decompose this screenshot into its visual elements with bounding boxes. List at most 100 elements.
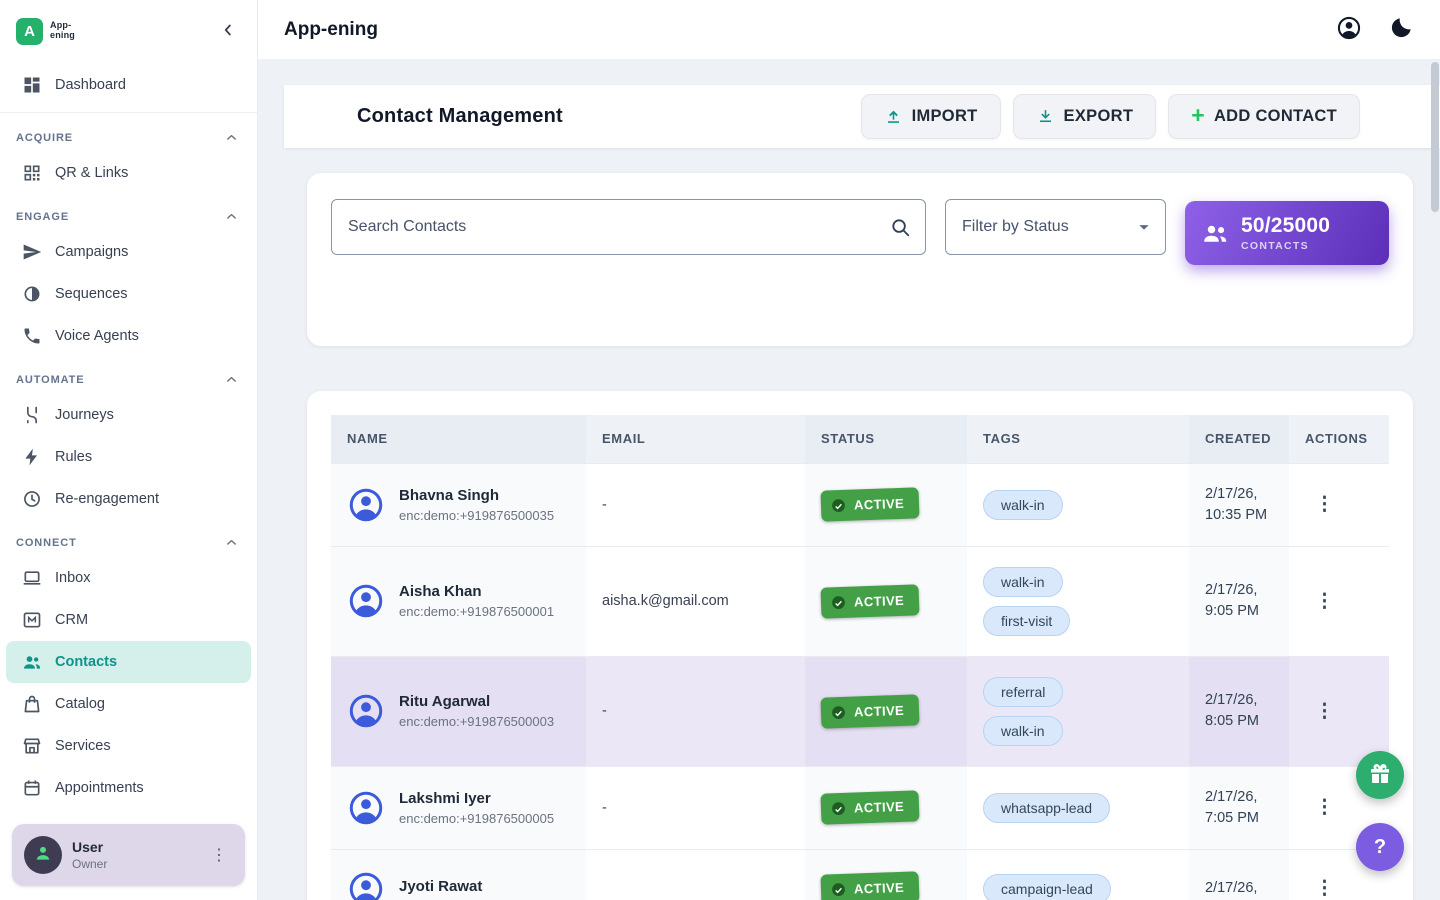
sidebar-item-qr-links[interactable]: QR & Links [6, 152, 251, 194]
row-actions-button[interactable]: ⋮ [1305, 698, 1344, 725]
status-filter-select[interactable]: Filter by Status [945, 199, 1166, 255]
sidebar-item-journeys[interactable]: Journeys [6, 394, 251, 436]
download-icon [1036, 107, 1055, 126]
tag-pill[interactable]: whatsapp-lead [983, 793, 1110, 823]
sidebar-item-catalog[interactable]: Catalog [6, 683, 251, 725]
search-panel: Filter by Status 50/25000 CONTACTS [307, 173, 1413, 346]
sidebar-item-label: Campaigns [55, 244, 128, 260]
table-row[interactable]: Ritu Agarwalenc:demo:+919876500003-ACTIV… [331, 656, 1389, 766]
tag-pill[interactable]: walk-in [983, 490, 1063, 520]
section-header-automate[interactable]: AUTOMATE [0, 357, 257, 394]
table-body: Bhavna Singhenc:demo:+919876500035-ACTIV… [331, 463, 1389, 900]
row-actions-button[interactable]: ⋮ [1305, 794, 1344, 821]
status-badge: ACTIVE [820, 871, 919, 900]
contacts-table: NAMEEMAILSTATUSTAGSCREATEDACTIONS Bhavna… [331, 415, 1389, 900]
logo-text: App- ening [50, 21, 75, 41]
contact-email: aisha.k@gmail.com [586, 546, 805, 656]
catalog-icon [22, 694, 42, 714]
column-header-actions: ACTIONS [1289, 415, 1389, 463]
status-badge: ACTIVE [820, 584, 919, 618]
sidebar-item-inbox[interactable]: Inbox [6, 557, 251, 599]
sidebar-item-campaigns[interactable]: Campaigns [6, 231, 251, 273]
sidebar-item-re-engagement[interactable]: Re-engagement [6, 478, 251, 520]
topbar-actions [1334, 15, 1424, 45]
contact-name: Ritu Agarwal [399, 693, 554, 710]
logo-icon: A [16, 18, 43, 45]
dropdown-caret-icon [1133, 216, 1155, 238]
sidebar-item-label: Catalog [55, 696, 105, 712]
column-header-status: STATUS [805, 415, 967, 463]
chevron-up-icon [224, 130, 239, 145]
chevron-up-icon [224, 209, 239, 224]
export-button[interactable]: EXPORT [1013, 94, 1157, 139]
sidebar-item-label: Inbox [55, 570, 90, 586]
section-header-acquire[interactable]: ACQUIRE [0, 115, 257, 152]
table-row[interactable]: Jyoti RawatACTIVEcampaign-lead2/17/26,⋮ [331, 849, 1389, 900]
sidebar-item-crm[interactable]: CRM [6, 599, 251, 641]
sidebar-collapse-button[interactable] [215, 17, 241, 46]
check-circle-icon [830, 881, 848, 899]
calendar-icon [22, 778, 42, 798]
sidebar-item-label: QR & Links [55, 165, 128, 181]
search-input-wrap [331, 199, 926, 255]
add-contact-button[interactable]: + ADD CONTACT [1168, 94, 1360, 139]
contact-avatar-icon [347, 692, 385, 730]
contact-phone: enc:demo:+919876500035 [399, 508, 554, 523]
scrollbar-thumb[interactable] [1431, 62, 1439, 212]
sidebar-item-label: Contacts [55, 654, 117, 670]
send-icon [22, 242, 42, 262]
section-title: ENGAGE [16, 211, 69, 223]
row-actions-button[interactable]: ⋮ [1305, 588, 1344, 615]
user-card[interactable]: User Owner ⋮ [12, 824, 245, 886]
row-actions-button[interactable]: ⋮ [1305, 491, 1344, 518]
sidebar-item-appointments[interactable]: Appointments [6, 767, 251, 809]
tag-pill[interactable]: walk-in [983, 716, 1063, 746]
search-icon[interactable] [889, 216, 911, 238]
row-actions-button[interactable]: ⋮ [1305, 875, 1344, 900]
status-badge: ACTIVE [820, 694, 919, 728]
account-button[interactable] [1334, 15, 1364, 45]
user-role: Owner [72, 857, 107, 871]
sidebar-item-voice-agents[interactable]: Voice Agents [6, 315, 251, 357]
contacts-count-label: CONTACTS [1241, 240, 1330, 252]
tag-pill[interactable]: first-visit [983, 606, 1070, 636]
sidebar-item-label: CRM [55, 612, 88, 628]
contact-name: Aisha Khan [399, 583, 554, 600]
tag-pill[interactable]: referral [983, 677, 1063, 707]
plus-icon: + [1191, 104, 1205, 127]
assistant-fab-button[interactable] [1356, 751, 1404, 799]
crm-icon [22, 610, 42, 630]
section-header-connect[interactable]: CONNECT [0, 520, 257, 557]
table-row[interactable]: Lakshmi Iyerenc:demo:+919876500005-ACTIV… [331, 766, 1389, 849]
page-title: App-ening [284, 19, 378, 41]
sidebar-item-sequences[interactable]: Sequences [6, 273, 251, 315]
tag-pill[interactable]: walk-in [983, 567, 1063, 597]
sidebar-item-contacts[interactable]: Contacts [6, 641, 251, 683]
column-header-email: EMAIL [586, 415, 805, 463]
sidebar-item-rules[interactable]: Rules [6, 436, 251, 478]
contact-email: - [586, 463, 805, 546]
rules-icon [22, 447, 42, 467]
import-button[interactable]: IMPORT [861, 94, 1001, 139]
tag-pill[interactable]: campaign-lead [983, 874, 1111, 900]
sidebar: A App- ening Dashboard ACQUIRE QR & Links… [0, 0, 258, 900]
contact-created: 2/17/26,10:35 PM [1189, 463, 1289, 546]
sidebar-item-services[interactable]: Services [6, 725, 251, 767]
user-menu-button[interactable]: ⋮ [205, 841, 233, 869]
contact-avatar-icon [347, 789, 385, 827]
user-name: User [72, 839, 107, 855]
contact-phone: enc:demo:+919876500001 [399, 604, 554, 619]
status-badge: ACTIVE [820, 790, 919, 824]
table-row[interactable]: Aisha Khan enc:demo:+919876500001 aisha.k@… [331, 546, 1389, 656]
section-header-engage[interactable]: ENGAGE [0, 194, 257, 231]
moon-icon [1388, 15, 1414, 44]
contact-name: Jyoti Rawat [399, 878, 482, 895]
search-input[interactable] [332, 200, 925, 254]
table-row[interactable]: Bhavna Singhenc:demo:+919876500035-ACTIV… [331, 463, 1389, 546]
check-circle-icon [830, 497, 848, 515]
sidebar-item-dashboard[interactable]: Dashboard [6, 64, 251, 106]
scrollbar[interactable] [1431, 62, 1439, 898]
help-fab-button[interactable]: ? [1356, 823, 1404, 871]
dark-mode-toggle[interactable] [1386, 15, 1416, 45]
status-filter-label: Filter by Status [962, 218, 1069, 236]
